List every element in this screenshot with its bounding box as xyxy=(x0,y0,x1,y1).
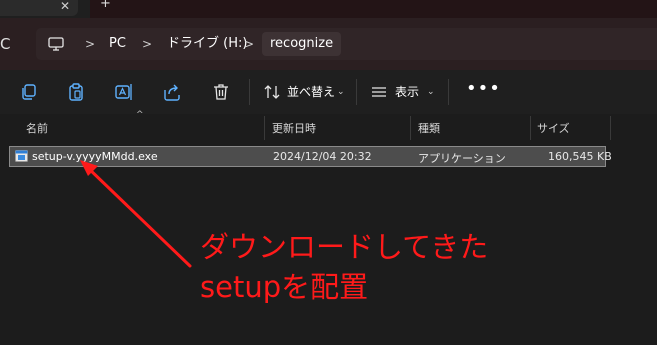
annotation-line-2: setupを配置 xyxy=(200,270,369,304)
annotation-line-1: ダウンロードしてきた xyxy=(200,230,489,264)
